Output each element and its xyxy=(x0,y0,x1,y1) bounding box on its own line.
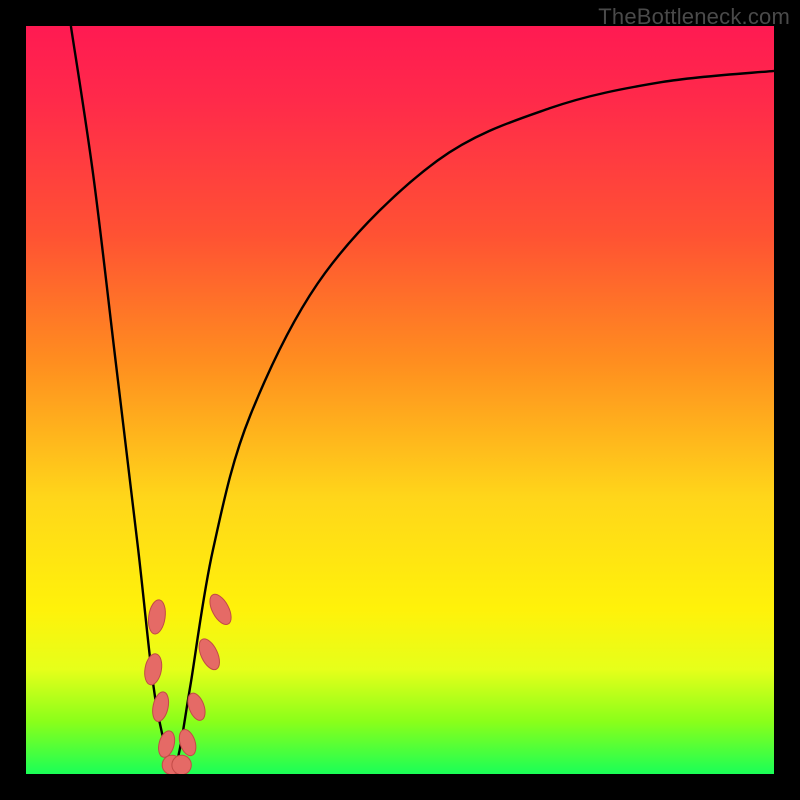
data-marker xyxy=(156,729,177,759)
data-marker xyxy=(142,652,164,686)
watermark-text: TheBottleneck.com xyxy=(598,4,790,30)
data-marker xyxy=(146,599,167,635)
data-marker xyxy=(195,636,224,673)
plot-area xyxy=(26,26,774,774)
data-marker xyxy=(172,755,191,774)
chart-frame: TheBottleneck.com xyxy=(0,0,800,800)
data-marker xyxy=(206,591,236,628)
bottleneck-curve xyxy=(71,26,774,774)
data-marker xyxy=(150,690,171,722)
curve-layer xyxy=(71,26,774,774)
chart-svg xyxy=(26,26,774,774)
marker-layer xyxy=(142,591,235,774)
